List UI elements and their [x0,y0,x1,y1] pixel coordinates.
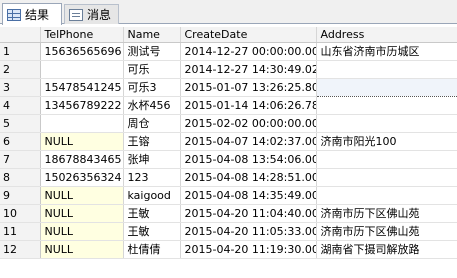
cell-address[interactable] [316,150,457,169]
cell-address[interactable] [316,114,457,133]
row-number-header[interactable] [0,27,41,43]
table-row[interactable]: 5 周仓 2015-02-02 00:00:00.000 [0,114,457,133]
row-number[interactable]: 5 [0,114,41,133]
cell-address[interactable]: 湖南省下摄司解放路 [316,240,457,259]
cell-address[interactable] [316,60,457,79]
cell-createdate[interactable]: 2014-12-27 00:00:00.000 [180,42,317,61]
cell-createdate[interactable]: 2015-04-07 14:02:37.000 [180,132,317,151]
cell-telphone[interactable]: 15478541245 [40,78,124,97]
tab-results-label: 结果 [25,8,50,22]
column-header-telphone[interactable]: TelPhone [40,27,124,43]
table-row[interactable]: 6 NULL 王镕 2015-04-07 14:02:37.000 济南市阳光100 [0,132,457,151]
cell-address[interactable]: 山东省济南市历城区 [316,42,457,61]
row-number[interactable]: 1 [0,42,41,61]
grid-header-row: TelPhone Name CreateDate Address [0,27,457,43]
cell-name[interactable]: 王敏 [123,204,181,223]
cell-createdate[interactable]: 2015-02-02 00:00:00.000 [180,114,317,133]
cell-address[interactable]: 济南市历下区佛山苑 [316,204,457,223]
cell-address[interactable]: 济南市阳光100 [316,132,457,151]
grid-body: 1 15636565696 测试号 2014-12-27 00:00:00.000 山东… [0,42,457,259]
table-row[interactable]: 8 15026356324 123 2015-04-08 14:28:51.000 [0,168,457,187]
cell-address[interactable]: 济南市历下区佛山苑 [316,222,457,241]
column-header-name[interactable]: Name [123,27,181,43]
table-row[interactable]: 1 15636565696 测试号 2014-12-27 00:00:00.000 山东… [0,42,457,61]
results-tab-bar: 结果 消息 [0,0,457,25]
row-number[interactable]: 8 [0,168,41,187]
message-icon [69,8,83,21]
cell-name[interactable]: 可乐3 [123,78,181,97]
row-number[interactable]: 11 [0,222,41,241]
table-row[interactable]: 10 NULL 王敏 2015-04-20 11:04:40.000 济南市历下区佛山苑 [0,204,457,223]
tab-messages-label: 消息 [87,8,112,22]
row-number[interactable]: 9 [0,186,41,205]
grid-icon [7,8,21,21]
row-number[interactable]: 7 [0,150,41,169]
results-grid: TelPhone Name CreateDate Address 1 156365… [0,27,457,259]
cell-address[interactable] [315,78,457,97]
tab-results[interactable]: 结果 [2,3,62,25]
cell-telphone[interactable]: 13456789222 [40,96,124,115]
cell-telphone[interactable]: 18678843465 [40,150,124,169]
cell-createdate[interactable]: 2015-04-20 11:04:40.000 [180,204,317,223]
tab-messages[interactable]: 消息 [64,4,119,24]
row-number[interactable]: 3 [0,78,41,97]
cell-address[interactable] [316,96,457,115]
cell-telphone[interactable]: NULL [40,222,124,241]
row-number[interactable]: 6 [0,132,41,151]
cell-name[interactable]: 周仓 [123,114,181,133]
cell-name[interactable]: 张坤 [123,150,181,169]
cell-address[interactable] [316,186,457,205]
cell-createdate[interactable]: 2015-04-20 11:05:33.000 [180,222,317,241]
cell-name[interactable]: 杜倩倩 [123,240,181,259]
row-number[interactable]: 2 [0,60,41,79]
cell-createdate[interactable]: 2015-01-07 13:26:25.800 [180,78,317,97]
cell-name[interactable]: 水杯456 [123,96,181,115]
table-row[interactable]: 4 13456789222 水杯456 2015-01-14 14:06:26.783 [0,96,457,115]
row-number[interactable]: 10 [0,204,41,223]
table-row[interactable]: 11 NULL 王敏 2015-04-20 11:05:33.000 济南市历下区佛山苑 [0,222,457,241]
table-row[interactable]: 9 NULL kaigood 2015-04-08 14:35:49.000 [0,186,457,205]
table-row[interactable]: 7 18678843465 张坤 2015-04-08 13:54:06.000 [0,150,457,169]
table-row[interactable]: 12 NULL 杜倩倩 2015-04-20 11:19:30.000 湖南省下摄司解放… [0,240,457,259]
column-header-createdate[interactable]: CreateDate [180,27,317,43]
cell-name[interactable]: 123 [123,168,181,187]
row-number[interactable]: 12 [0,240,41,259]
cell-telphone[interactable] [40,60,124,79]
cell-name[interactable]: 王镕 [123,132,181,151]
cell-name[interactable]: 测试号 [123,42,181,61]
cell-telphone[interactable]: NULL [40,204,124,223]
cell-telphone[interactable] [40,114,124,133]
cell-createdate[interactable]: 2014-12-27 14:30:49.023 [180,60,317,79]
cell-telphone[interactable]: NULL [40,186,124,205]
cell-address[interactable] [316,168,457,187]
table-row[interactable]: 3 15478541245 可乐3 2015-01-07 13:26:25.800 [0,78,457,97]
cell-createdate[interactable]: 2015-04-20 11:19:30.000 [180,240,317,259]
table-row[interactable]: 2 可乐 2014-12-27 14:30:49.023 [0,60,457,79]
cell-telphone[interactable]: NULL [40,240,124,259]
cell-name[interactable]: 可乐 [123,60,181,79]
cell-name[interactable]: 王敏 [123,222,181,241]
cell-name[interactable]: kaigood [123,186,181,205]
cell-telphone[interactable]: 15026356324 [40,168,124,187]
cell-telphone[interactable]: 15636565696 [40,42,124,61]
cell-createdate[interactable]: 2015-04-08 13:54:06.000 [180,150,317,169]
cell-createdate[interactable]: 2015-04-08 14:28:51.000 [180,168,317,187]
column-header-address[interactable]: Address [316,27,457,43]
cell-createdate[interactable]: 2015-01-14 14:06:26.783 [180,96,317,115]
cell-createdate[interactable]: 2015-04-08 14:35:49.000 [180,186,317,205]
row-number[interactable]: 4 [0,96,41,115]
cell-telphone[interactable]: NULL [40,132,124,151]
